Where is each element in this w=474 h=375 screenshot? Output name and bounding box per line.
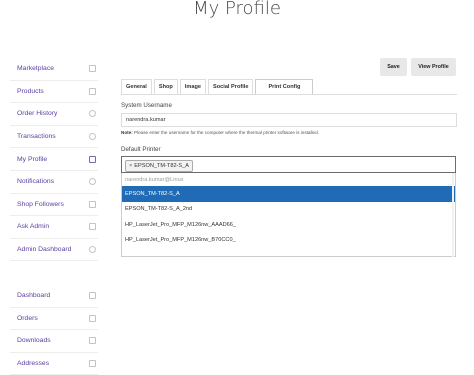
followers-icon (89, 200, 96, 208)
sidebar-item-shop-followers[interactable]: Shop Followers (10, 194, 98, 217)
account-nav-label: Addresses (17, 360, 50, 368)
sidebar-item-label: Products (17, 87, 44, 95)
dropdown-option[interactable]: EPSON_TM-T82-S_A (122, 186, 455, 202)
sidebar-item-marketplace[interactable]: Marketplace (10, 58, 98, 81)
printer-label: Default Printer (121, 146, 161, 153)
download-icon (89, 337, 96, 345)
sidebar-item-my-profile[interactable]: My Profile (10, 148, 98, 171)
username-label: System Username (121, 102, 172, 109)
sidebar-item-label: Transactions (17, 133, 56, 141)
box-icon (89, 87, 96, 95)
account-nav-label: Orders (17, 314, 38, 322)
sidebar-item-notifications[interactable]: Notifications (10, 171, 98, 194)
account-nav-downloads[interactable]: Downloads (10, 330, 98, 353)
sidebar-item-label: Shop Followers (17, 200, 64, 208)
username-note: Note: Please enter the username for the … (121, 130, 319, 135)
tab-print-config[interactable]: Print Config (255, 79, 314, 94)
tab-image[interactable]: Image (179, 79, 206, 94)
sidebar-item-label: Notifications (17, 178, 55, 186)
tab-social-profile[interactable]: Social Profile (208, 79, 254, 94)
dropdown-group-label: narendra.kumar@Linux (125, 176, 184, 183)
sidebar-item-ask-admin[interactable]: Ask Admin (10, 216, 98, 239)
history-icon (89, 110, 96, 118)
view-profile-button[interactable]: View Profile (411, 58, 456, 76)
sidebar-item-label: My Profile (17, 155, 48, 163)
dropdown-scrollbar[interactable] (452, 173, 454, 257)
note-prefix: Note: (121, 130, 133, 135)
chip-label: EPSON_TM-T82-S_A (134, 163, 189, 169)
sidebar-item-admin-dashboard[interactable]: Admin Dashboard (10, 239, 98, 262)
dollar-icon (89, 133, 96, 141)
note-text: Please enter the username for the comput… (134, 130, 319, 135)
dropdown-option[interactable]: HP_LaserJet_Pro_MFP_M126nw_B70CC0_ (122, 233, 455, 249)
sidebar-item-transactions[interactable]: Transactions (10, 126, 98, 149)
sidebar-item-products[interactable]: Products (10, 81, 98, 104)
bell-icon (89, 178, 96, 186)
dashboard-icon (89, 246, 96, 254)
sidebar-item-label: Admin Dashboard (17, 246, 72, 254)
mail-icon (89, 223, 96, 231)
account-nav-label: Downloads (17, 337, 51, 345)
account-nav-label: Dashboard (17, 292, 51, 300)
sidebar-item-label: Order History (17, 110, 58, 118)
default-printer-select[interactable]: × EPSON_TM-T82-S_A (121, 156, 456, 173)
location-icon (89, 360, 96, 368)
tab-general[interactable]: General (121, 79, 152, 94)
username-field[interactable]: narendra.kumar (121, 113, 457, 127)
dropdown-option[interactable]: HP_LaserJet_Pro_MFP_M126nw_AAAD66_ (122, 217, 455, 233)
printer-dropdown: narendra.kumar@Linux EPSON_TM-T82-S_A EP… (121, 173, 456, 257)
cart-icon (89, 314, 96, 322)
sidebar-item-order-history[interactable]: Order History (10, 103, 98, 126)
tab-shop[interactable]: Shop (153, 79, 178, 94)
sidebar-item-label: Ask Admin (17, 223, 50, 231)
page-title: My Profile (193, 0, 281, 19)
profile-tabs: General Shop Image Social Profile Print … (121, 79, 315, 94)
tab-divider (121, 94, 457, 95)
username-value: narendra.kumar (126, 117, 166, 123)
dropdown-option[interactable]: EPSON_TM-T82-S_A_2nd (122, 202, 455, 218)
account-navigation: Dashboard Orders Downloads Addresses (10, 285, 98, 375)
save-button[interactable]: Save (380, 58, 407, 76)
chip-remove-button[interactable]: × (129, 163, 132, 169)
shop-icon (89, 65, 96, 73)
dashboard-icon (89, 292, 96, 300)
account-nav-dashboard[interactable]: Dashboard (10, 285, 98, 308)
sidebar-item-label: Marketplace (17, 65, 55, 73)
vendor-sidebar: Marketplace Products Order History Trans… (10, 58, 98, 262)
account-nav-orders[interactable]: Orders (10, 308, 98, 331)
selected-printer-chip: × EPSON_TM-T82-S_A (125, 160, 193, 172)
profile-icon (89, 155, 96, 163)
